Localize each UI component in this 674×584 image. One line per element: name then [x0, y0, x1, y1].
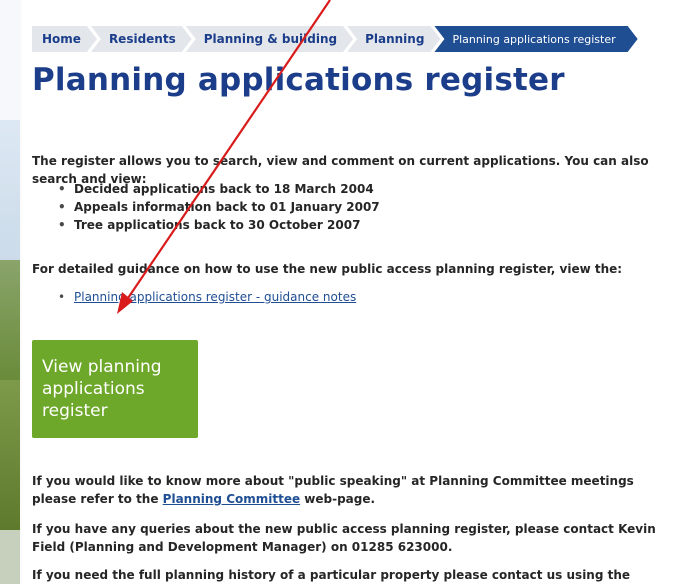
coverage-list: Decided applications back to 18 March 20… — [58, 180, 380, 234]
view-register-button[interactable]: View planning applications register — [32, 340, 198, 438]
strip-band — [0, 530, 20, 584]
left-decorative-strip — [0, 0, 20, 584]
main-content: Home Residents Planning & building Plann… — [22, 0, 674, 584]
strip-band — [0, 0, 20, 120]
breadcrumb-planning-building[interactable]: Planning & building — [186, 26, 353, 52]
list-item: Planning applications register - guidanc… — [58, 288, 356, 306]
guidance-link-list: Planning applications register - guidanc… — [58, 288, 356, 306]
page: Home Residents Planning & building Plann… — [0, 0, 674, 584]
strip-band — [0, 380, 20, 530]
page-title: Planning applications register — [32, 62, 565, 98]
public-speaking-paragraph: If you would like to know more about "pu… — [32, 472, 662, 508]
queries-paragraph: If you have any queries about the new pu… — [32, 522, 656, 554]
breadcrumb-residents[interactable]: Residents — [91, 26, 192, 52]
guidance-notes-link[interactable]: Planning applications register - guidanc… — [74, 290, 356, 304]
breadcrumb-current: Planning applications register — [434, 26, 637, 52]
history-paragraph: If you need the full planning history of… — [32, 568, 631, 582]
strip-band — [0, 120, 20, 260]
planning-committee-link[interactable]: Planning Committee — [163, 492, 300, 506]
public-speaking-text-end: web-page. — [300, 492, 376, 506]
list-item: Tree applications back to 30 October 200… — [58, 216, 380, 234]
guidance-text: For detailed guidance on how to use the … — [32, 262, 623, 276]
strip-band — [0, 260, 20, 380]
list-item: Decided applications back to 18 March 20… — [58, 180, 380, 198]
breadcrumb: Home Residents Planning & building Plann… — [32, 26, 638, 52]
list-item: Appeals information back to 01 January 2… — [58, 198, 380, 216]
breadcrumb-home[interactable]: Home — [32, 26, 97, 52]
breadcrumb-planning[interactable]: Planning — [347, 26, 440, 52]
